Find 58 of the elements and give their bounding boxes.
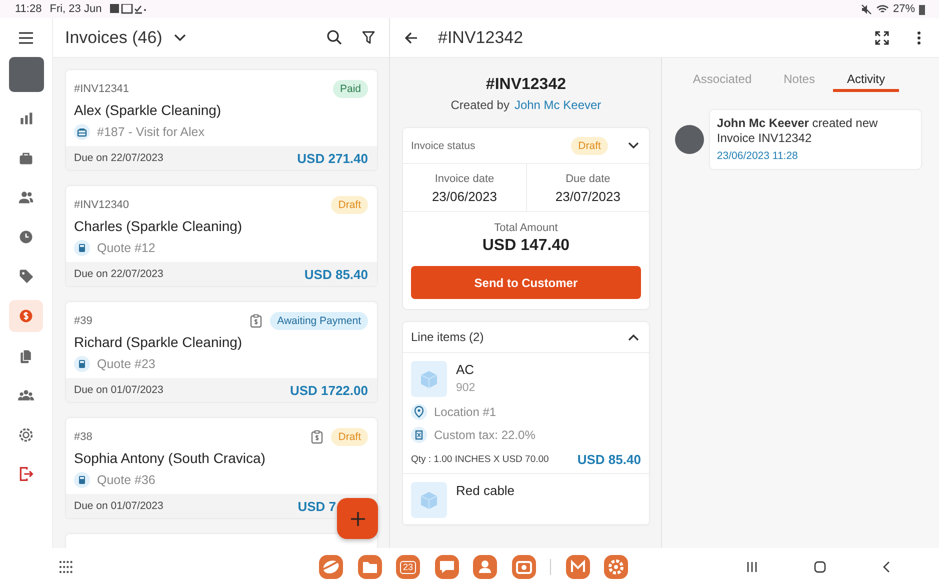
invoice-card[interactable]: #39 Awaiting Payment Richard (Sparkle Cleaning) Quote #23 Due on 01/07/2023 USD 1722.00: [66, 302, 377, 402]
customer-name: Sophia Antony (South Cravica): [73, 449, 266, 466]
battery-percent: 27%: [892, 3, 915, 15]
author-link[interactable]: John Mc Keever: [514, 98, 602, 112]
status-row[interactable]: Invoice status Draft: [403, 128, 649, 164]
status-badge: Draft: [331, 196, 368, 214]
invoice-card[interactable]: #38 Draft Sophia Antony (South Cravica) Quote #36 Due on 01/07/2023 USD 7: [66, 418, 377, 518]
section-title: Line items (2): [411, 330, 484, 344]
date-value: 23/07/2023: [555, 189, 620, 204]
due-date: Due on 01/07/2023: [74, 384, 164, 396]
invoice-card[interactable]: #INV12341 Paid Alex (Sparkle Cleaning) #187 - Visit for Alex Due on 22/07/2023 USD 271.40: [66, 70, 377, 170]
linked-record: Quote #23: [97, 357, 156, 371]
customer-name: Richard (Sparkle Cleaning): [73, 333, 244, 350]
linked-record: Quote #12: [97, 241, 156, 255]
date-text: Fri, 23 Jun: [50, 3, 102, 15]
status-badge: Awaiting Payment: [270, 312, 368, 330]
item-code: 902: [456, 382, 476, 394]
item-amount: USD 85.40: [577, 452, 641, 467]
tab[interactable]: Activity: [832, 58, 899, 92]
status-badge: Draft: [331, 428, 368, 446]
invoice-number: #INV12341: [74, 82, 130, 94]
invoice-number: #39: [74, 314, 92, 326]
invoice-amount: USD 85.40: [304, 266, 368, 282]
total-label: Total Amount: [494, 222, 558, 234]
activity-text: John Mc Keever created new Invoice INV12342: [716, 116, 879, 146]
status-badge: Draft: [571, 136, 608, 154]
invoice-number: #38: [74, 430, 92, 442]
customer-name: Charles (Sparkle Cleaning): [73, 217, 244, 234]
created-by-label: Created by: [450, 98, 510, 112]
invoice-amount: USD 271.40: [297, 150, 368, 166]
status-label: Invoice status: [411, 140, 476, 152]
due-date: Due on 22/07/2023: [74, 268, 164, 280]
activity-time: 23/06/2023 11:28: [716, 150, 799, 162]
item-name: Red cable: [456, 483, 515, 498]
invoice-number: #INV12340: [74, 198, 130, 210]
clock-time: 11:28: [15, 3, 42, 15]
invoice-number: #INV12342: [484, 76, 567, 94]
invoice-card[interactable]: #INV12340 Draft Charles (Sparkle Cleaning) Quote #12 Due on 22/07/2023 USD 85.40: [66, 186, 377, 286]
invoice-amount: USD 7: [298, 498, 336, 514]
status-badge: Paid: [332, 80, 368, 98]
customer-name: Alex (Sparkle Cleaning): [73, 101, 222, 118]
linked-record: Quote #36: [97, 473, 156, 487]
linked-record: #187 - Visit for Alex: [97, 125, 204, 139]
item-name: AC: [456, 362, 476, 377]
list-title: Invoices (46): [65, 28, 162, 48]
item-location: Location #1: [434, 405, 496, 419]
line-items-header[interactable]: Line items (2): [403, 322, 649, 353]
date-label: Invoice date: [434, 173, 494, 185]
send-button[interactable]: Send to Customer: [411, 266, 641, 299]
item-quantity: Qty : 1.00 INCHES X USD 70.00: [411, 454, 549, 465]
date-value: 23/06/2023: [432, 189, 498, 204]
item-tax: Custom tax: 22.0%: [434, 428, 536, 442]
invoice-title: #INV12342: [438, 28, 524, 48]
due-date: Due on 01/07/2023: [74, 500, 164, 512]
due-date: Due on 22/07/2023: [74, 152, 164, 164]
invoice-amount: USD 1722.00: [290, 382, 368, 398]
date-label: Due date: [566, 173, 610, 185]
total-amount: USD 147.40: [482, 237, 570, 255]
